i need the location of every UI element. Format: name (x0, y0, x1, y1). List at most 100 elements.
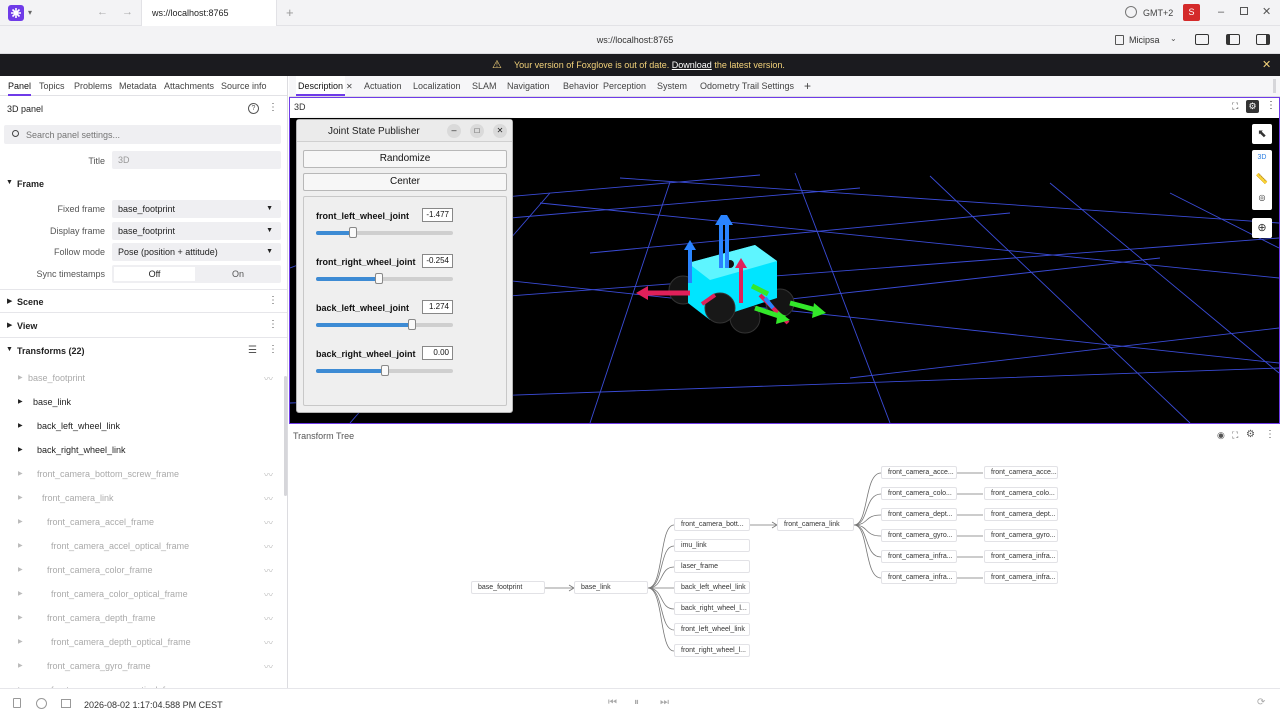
fixed-frame-select[interactable]: base_footprint ▼ (112, 200, 281, 218)
transform-row[interactable]: ▶ base_footprint 〰 (0, 369, 284, 389)
tabs-scrollbar[interactable] (1273, 79, 1276, 93)
sidebar-tab-attachments[interactable]: Attachments (164, 76, 214, 96)
user-chevron-down-icon[interactable]: ⌄ (1170, 34, 1177, 43)
tree-node[interactable]: front_camera_infra... (984, 571, 1058, 584)
tree-node[interactable]: front_camera_gyro... (881, 529, 957, 542)
jsp-minimize-icon[interactable]: – (447, 124, 461, 138)
source-icon[interactable] (13, 698, 21, 708)
transform-history-icon[interactable]: 〰 (264, 612, 273, 625)
display-frame-select[interactable]: base_footprint ▼ (112, 222, 281, 240)
panel-3d-fullscreen-icon[interactable]: ⛶ (1232, 101, 1238, 112)
transform-history-icon[interactable]: 〰 (264, 636, 273, 649)
sync-off-option[interactable]: Off (114, 267, 195, 281)
tree-node[interactable]: base_footprint (471, 581, 545, 594)
tree-node[interactable]: back_left_wheel_link (674, 581, 750, 594)
close-tab-icon[interactable]: ✕ (346, 82, 353, 91)
joint-value-field[interactable]: 1.274 (422, 300, 453, 314)
transform-chevron-icon[interactable]: ▶ (18, 494, 23, 501)
layout-tab-localization[interactable]: Localization (413, 76, 461, 96)
transform-chevron-icon[interactable]: ▶ (18, 542, 23, 549)
info-icon[interactable] (36, 698, 47, 709)
sidebar-tab-topics[interactable]: Topics (39, 76, 65, 96)
layout-tab-actuation[interactable]: Actuation (364, 76, 402, 96)
layout-tab-system[interactable]: System (657, 76, 687, 96)
transform-history-icon[interactable]: 〰 (264, 564, 273, 577)
transform-chevron-icon[interactable]: ▶ (18, 422, 23, 429)
view-mode-3d-button[interactable]: 3D (1252, 154, 1272, 161)
sidebar-tab-metadata[interactable]: Metadata (119, 76, 157, 96)
transform-history-icon[interactable]: 〰 (264, 540, 273, 553)
transform-history-icon[interactable]: 〰 (264, 588, 273, 601)
transform-row[interactable]: ▶ front_camera_depth_frame 〰 (0, 609, 284, 629)
sidebar-scrollbar[interactable] (284, 376, 287, 496)
select-cursor-icon[interactable]: ⬉ (1252, 124, 1272, 144)
publish-point-icon[interactable]: ◎ (1252, 193, 1272, 202)
transform-row[interactable]: ▶ front_camera_link 〰 (0, 489, 284, 509)
transform-row[interactable]: ▶ front_camera_accel_optical_frame 〰 (0, 537, 284, 557)
panel-menu-icon[interactable]: ⋮ (268, 102, 278, 113)
transform-row[interactable]: ▶ front_camera_gyro_frame 〰 (0, 657, 284, 677)
transform-chevron-icon[interactable]: ▶ (18, 470, 23, 477)
timezone-label[interactable]: GMT+2 (1143, 8, 1173, 18)
tree-node[interactable]: base_link (574, 581, 648, 594)
layout-tab-perception[interactable]: Perception (603, 76, 646, 96)
scene-menu-icon[interactable]: ⋮ (268, 295, 278, 306)
center-button[interactable]: Center (303, 173, 507, 191)
joint-slider[interactable] (316, 273, 453, 284)
transform-history-icon[interactable]: 〰 (264, 660, 273, 673)
tree-node[interactable]: front_camera_link (777, 518, 854, 531)
transforms-menu-icon[interactable]: ⋮ (268, 344, 278, 355)
app-logo[interactable] (8, 5, 24, 21)
calendar-icon[interactable] (61, 699, 71, 708)
sync-on-option[interactable]: On (197, 267, 279, 281)
transform-history-icon[interactable]: 〰 (264, 372, 273, 385)
transform-chevron-icon[interactable]: ▶ (18, 398, 23, 405)
joint-value-field[interactable]: -0.254 (422, 254, 453, 268)
layout-icon[interactable] (1195, 34, 1209, 45)
follow-mode-select[interactable]: Pose (position + attitude) ▼ (112, 243, 281, 261)
layout-tab-description[interactable]: Description (296, 76, 346, 96)
tree-node[interactable]: front_camera_colo... (881, 487, 957, 500)
transform-row[interactable]: ▶ front_camera_accel_frame 〰 (0, 513, 284, 533)
tree-node[interactable]: front_right_wheel_l... (674, 644, 750, 657)
layout-tab-behavior[interactable]: Behavior (563, 76, 599, 96)
browser-tab[interactable]: ws://localhost:8765 (141, 0, 277, 26)
right-sidebar-toggle-icon[interactable] (1256, 34, 1270, 45)
close-banner-icon[interactable]: ✕ (1262, 58, 1271, 71)
transform-chevron-icon[interactable]: ▶ (18, 638, 23, 645)
recenter-icon[interactable]: ⊕ (1252, 218, 1272, 238)
sidebar-tab-panel[interactable]: Panel (8, 76, 32, 96)
transform-row[interactable]: ▶front_camera_gyro_optical_frame〰 (0, 681, 284, 688)
title-field[interactable]: 3D (112, 151, 281, 169)
joint-slider-handle[interactable] (348, 227, 357, 238)
left-sidebar-toggle-icon[interactable] (1226, 34, 1240, 45)
globe-icon[interactable] (1125, 6, 1137, 18)
transform-chevron-icon[interactable]: ▶ (18, 614, 23, 621)
transform-history-icon[interactable]: 〰 (264, 468, 273, 481)
frame-section-header[interactable]: ▼ Frame (0, 172, 287, 196)
download-link[interactable]: Download (672, 60, 712, 70)
tree-node[interactable]: front_camera_gyro... (984, 529, 1058, 542)
loop-icon[interactable]: ⟳ (1257, 697, 1265, 708)
playback-timestamp[interactable]: 2026-08-02 1:17:04.588 PM CEST (84, 700, 223, 710)
transform-history-icon[interactable]: 〰 (264, 516, 273, 529)
transform-row[interactable]: ▶ front_camera_color_optical_frame 〰 (0, 585, 284, 605)
maximize-icon[interactable] (1240, 7, 1248, 15)
play-pause-icon[interactable]: ⏸ (634, 697, 639, 708)
panel-3d-settings-icon[interactable]: ⚙ (1246, 100, 1259, 113)
transform-chevron-icon[interactable]: ▶ (18, 446, 23, 453)
seek-backward-icon[interactable]: ⏮ (608, 697, 617, 708)
back-arrow-icon[interactable]: ← (97, 6, 108, 18)
joint-slider-handle[interactable] (380, 365, 389, 376)
sidebar-tab-problems[interactable]: Problems (74, 76, 112, 96)
transform-row[interactable]: ▶ front_camera_bottom_screw_frame 〰 (0, 465, 284, 485)
view-section-header[interactable]: ▶ View ⋮ (0, 314, 287, 338)
joint-slider[interactable] (316, 365, 453, 376)
user-avatar[interactable]: S (1183, 4, 1200, 21)
tree-node[interactable]: front_camera_infra... (984, 550, 1058, 563)
search-input[interactable] (26, 127, 266, 142)
transform-chevron-icon[interactable]: ▶ (18, 374, 23, 381)
transform-chevron-icon[interactable]: ▶ (18, 590, 23, 597)
transform-row[interactable]: ▶ front_camera_depth_optical_frame 〰 (0, 633, 284, 653)
layout-tab-navigation[interactable]: Navigation (507, 76, 550, 96)
